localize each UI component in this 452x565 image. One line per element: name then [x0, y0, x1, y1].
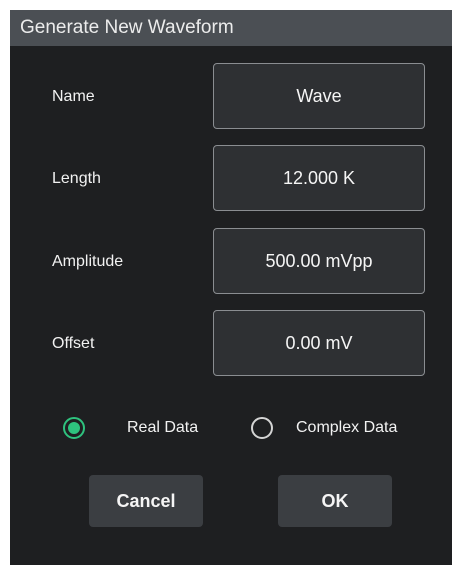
offset-label: Offset — [52, 335, 95, 352]
length-row: Length 12.000 K — [10, 145, 452, 213]
amplitude-label: Amplitude — [52, 253, 124, 270]
length-field[interactable]: 12.000 K — [213, 145, 425, 211]
data-type-radio-group: Real Data Complex Data — [10, 410, 452, 446]
offset-row: Offset 0.00 mV — [10, 310, 452, 378]
radio-checked-icon — [63, 417, 85, 439]
real-data-label: Real Data — [127, 419, 199, 436]
amplitude-field[interactable]: 500.00 mVpp — [213, 228, 425, 294]
ok-button[interactable]: OK — [278, 475, 392, 527]
complex-data-radio[interactable]: Complex Data — [251, 410, 397, 446]
offset-field[interactable]: 0.00 mV — [213, 310, 425, 376]
cancel-button[interactable]: Cancel — [89, 475, 203, 527]
real-data-radio[interactable]: Real Data — [63, 410, 198, 446]
complex-data-label: Complex Data — [296, 419, 398, 436]
length-label: Length — [52, 170, 101, 187]
dialog-title: Generate New Waveform — [10, 10, 452, 46]
radio-unchecked-icon — [251, 417, 273, 439]
amplitude-row: Amplitude 500.00 mVpp — [10, 228, 452, 296]
name-field[interactable]: Wave — [213, 63, 425, 129]
name-label: Name — [52, 88, 95, 105]
generate-waveform-dialog: Generate New Waveform Name Wave Length 1… — [10, 10, 452, 565]
name-row: Name Wave — [10, 63, 452, 131]
